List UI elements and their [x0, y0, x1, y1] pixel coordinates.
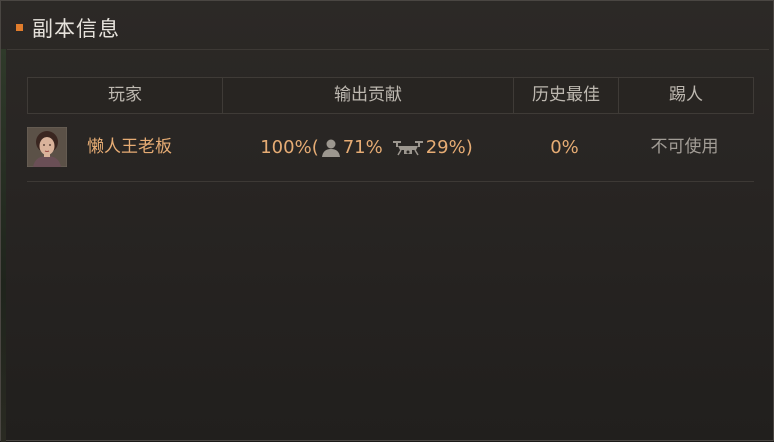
title-marker-icon [16, 24, 23, 31]
output-contribution: 100%( 71% 29%) [221, 114, 512, 181]
header-best: 历史最佳 [513, 78, 618, 113]
header-player: 玩家 [108, 85, 142, 105]
panel-title: 副本信息 [32, 17, 120, 41]
best-record: 0% [550, 137, 579, 158]
output-player-share: 71% [342, 137, 383, 158]
person-icon [321, 139, 340, 157]
table-header: 玩家 输出贡献 历史最佳 踢人 [27, 77, 754, 114]
header-output: 输出贡献 [222, 78, 513, 113]
contribution-table: 玩家 输出贡献 历史最佳 踢人 懒人王老板 100%(71% 29%) 0% … [27, 77, 754, 182]
header-kick: 踢人 [618, 78, 753, 113]
player-name: 懒人王老板 [87, 137, 172, 157]
panel-title-bar: 副本信息 [7, 5, 769, 50]
dungeon-info-panel: 副本信息 玩家 输出贡献 历史最佳 踢人 懒人王老板 100%(71% 29%… [0, 0, 774, 442]
drone-icon [392, 140, 423, 155]
background-edge [1, 49, 6, 442]
player-avatar [27, 127, 67, 167]
output-total: 100%( [260, 137, 319, 158]
output-pet-share: 29%) [425, 137, 473, 158]
kick-button[interactable]: 不可使用 [617, 114, 752, 181]
table-row[interactable]: 懒人王老板 100%( 71% 29%) 0% 不可使用 [27, 114, 754, 182]
